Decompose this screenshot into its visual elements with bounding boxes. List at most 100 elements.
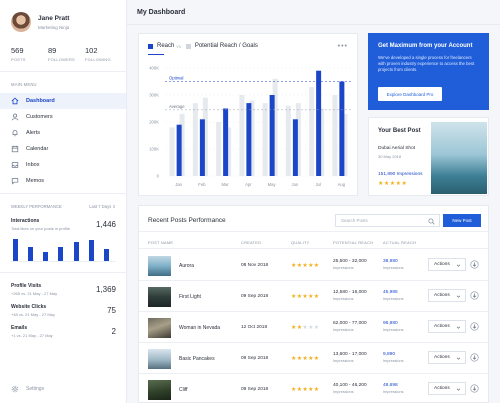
table-row[interactable]: Woman in Nevada 12 Oct 2018 ★★★★★ 62,000… bbox=[139, 312, 488, 343]
post-name[interactable]: Basic Pancakes bbox=[179, 356, 215, 362]
chevron-down-icon bbox=[456, 326, 461, 329]
sidebar-item-alerts[interactable]: Alerts bbox=[0, 125, 126, 141]
column-header-actual-reach[interactable]: ACTUAL REACH bbox=[383, 240, 416, 245]
table-row[interactable]: Cliff 09 Sep 2018 ★★★★★ 40,100 - 46,200 … bbox=[139, 374, 488, 403]
actions-dropdown[interactable]: Actions bbox=[428, 382, 466, 395]
post-thumbnail[interactable] bbox=[148, 318, 171, 338]
impressions-label: Impressions bbox=[383, 328, 404, 332]
settings-link[interactable]: Settings bbox=[11, 385, 44, 393]
impressions-label: Impressions bbox=[383, 390, 404, 394]
potential-reach-bar bbox=[285, 105, 291, 176]
best-post-impressions: 151,890 Impressions bbox=[378, 172, 423, 177]
column-header-post-name[interactable]: POST NAME bbox=[148, 240, 173, 245]
download-icon[interactable] bbox=[470, 384, 479, 393]
post-thumbnail[interactable] bbox=[148, 380, 171, 400]
memo-icon bbox=[11, 177, 19, 185]
impressions-label: Impressions bbox=[383, 359, 404, 363]
post-name[interactable]: Aurora bbox=[179, 263, 194, 269]
sidebar-item-customers[interactable]: Customers bbox=[0, 109, 126, 125]
column-header-quality[interactable]: QUALITY bbox=[291, 240, 310, 245]
sidebar-item-label: Dashboard bbox=[26, 98, 55, 104]
column-header-created[interactable]: CREATED bbox=[241, 240, 261, 245]
sidebar-item-calendar[interactable]: Calendar bbox=[0, 141, 126, 157]
active-tab-indicator bbox=[148, 54, 164, 55]
sidebar: Jane Pratt Marketing Ninja 569 POSTS 89 … bbox=[0, 0, 127, 403]
actions-dropdown[interactable]: Actions bbox=[428, 289, 466, 302]
best-post-image[interactable] bbox=[431, 122, 487, 194]
interactions-bar-chart bbox=[11, 236, 116, 262]
profile-name: Jane Pratt bbox=[38, 14, 70, 22]
actual-reach-value: 48,698 bbox=[383, 383, 398, 388]
sidebar-item-inbox[interactable]: Inbox bbox=[0, 157, 126, 173]
period-select[interactable]: Last 7 Days ⇕ bbox=[89, 204, 116, 209]
interactions-bar bbox=[43, 251, 49, 261]
interactions-bar bbox=[58, 246, 64, 261]
chevron-down-icon bbox=[456, 264, 461, 267]
post-name[interactable]: Woman in Nevada bbox=[179, 325, 220, 331]
stat-value: 89 bbox=[48, 46, 57, 55]
chevron-down-icon bbox=[456, 388, 461, 391]
download-icon[interactable] bbox=[470, 260, 479, 269]
divider bbox=[0, 193, 126, 194]
post-thumbnail[interactable] bbox=[148, 349, 171, 369]
stat-label: POSTS bbox=[11, 57, 26, 62]
sidebar-item-label: Calendar bbox=[26, 146, 49, 152]
sidebar-item-label: Customers bbox=[26, 114, 53, 120]
y-tick-label: 0 bbox=[157, 174, 160, 179]
quality-rating: ★★★★★ bbox=[291, 263, 320, 269]
best-post-name[interactable]: Dubai Aerial Shot bbox=[378, 146, 415, 151]
quality-rating: ★★★★★ bbox=[291, 356, 320, 362]
main-menu: Dashboard Customers Alerts Calendar Inbo… bbox=[0, 93, 126, 189]
table-row[interactable]: Aurora 08 Nov 2018 ★★★★★ 25,500 - 32,000… bbox=[139, 250, 488, 281]
post-name[interactable]: First Light bbox=[179, 294, 201, 300]
sidebar-item-dashboard[interactable]: Dashboard bbox=[0, 93, 126, 109]
search-posts-input[interactable]: Search Posts bbox=[335, 214, 440, 227]
chart-tabs: Reach vs Potential Reach / Goals bbox=[148, 43, 258, 49]
y-tick-label: 300K bbox=[149, 93, 159, 98]
metric-sub: +1 vs. 21 May - 27 May bbox=[11, 333, 53, 338]
download-icon[interactable] bbox=[470, 322, 479, 331]
actual-reach-value: 9,890 bbox=[383, 352, 396, 357]
interactions-bar bbox=[28, 246, 34, 261]
reach-bar bbox=[199, 119, 205, 176]
potential-reach: 62,000 - 77,000 Impressions bbox=[333, 321, 367, 332]
avatar[interactable] bbox=[11, 12, 31, 32]
metric-title: Interactions bbox=[11, 218, 40, 224]
download-icon[interactable] bbox=[470, 291, 479, 300]
potential-reach-range: 40,100 - 46,200 bbox=[333, 383, 367, 388]
tab-reach[interactable]: Reach bbox=[157, 43, 174, 49]
download-icon[interactable] bbox=[470, 353, 479, 362]
post-thumbnail[interactable] bbox=[148, 287, 171, 307]
tab-potential-reach[interactable]: Potential Reach / Goals bbox=[195, 43, 258, 49]
stat-followers[interactable]: 89 FOLLOWERS bbox=[48, 46, 85, 62]
sidebar-item-memos[interactable]: Memos bbox=[0, 173, 126, 189]
new-post-button[interactable]: New Post bbox=[443, 214, 481, 227]
explore-dashboard-pro-button[interactable]: Explore Dashboard Pro bbox=[378, 87, 442, 101]
x-tick-label: Jan bbox=[175, 182, 182, 187]
reach-chart-card: Reach vs Potential Reach / Goals ••• 0 10… bbox=[138, 33, 358, 196]
actions-dropdown[interactable]: Actions bbox=[428, 351, 466, 364]
column-header-potential-reach[interactable]: POTENTIAL REACH bbox=[333, 240, 373, 245]
actions-dropdown[interactable]: Actions bbox=[428, 320, 466, 333]
chevron-down-icon bbox=[456, 357, 461, 360]
y-tick-label: 200K bbox=[149, 120, 159, 125]
stat-posts[interactable]: 569 POSTS bbox=[11, 46, 48, 62]
actual-reach-value: 45,985 bbox=[383, 290, 398, 295]
table-row[interactable]: First Light 09 Sep 2018 ★★★★★ 12,580 - 1… bbox=[139, 281, 488, 312]
post-thumbnail[interactable] bbox=[148, 256, 171, 276]
search-placeholder: Search Posts bbox=[341, 218, 368, 223]
actions-dropdown[interactable]: Actions bbox=[428, 258, 466, 271]
potential-reach-bar bbox=[239, 95, 245, 176]
profile-stats: 569 POSTS 89 FOLLOWERS 102 FOLLOWING bbox=[0, 32, 126, 62]
more-options-icon[interactable]: ••• bbox=[338, 43, 348, 50]
metric-title: Profile Visits bbox=[11, 283, 42, 289]
metric-sub: +265 vs. 21 May - 27 May bbox=[11, 291, 58, 296]
potential-reach-bar bbox=[262, 103, 268, 176]
table-row[interactable]: Basic Pancakes 09 Sep 2018 ★★★★★ 13,600 … bbox=[139, 343, 488, 374]
profile[interactable]: Jane Pratt Marketing Ninja bbox=[0, 0, 126, 32]
impressions-label: Impressions bbox=[333, 359, 354, 363]
post-name[interactable]: Cliff bbox=[179, 387, 188, 393]
period-select-value: Last 7 Days bbox=[89, 204, 112, 209]
stat-following[interactable]: 102 FOLLOWING bbox=[85, 46, 122, 62]
post-created: 09 Sep 2018 bbox=[241, 387, 269, 392]
